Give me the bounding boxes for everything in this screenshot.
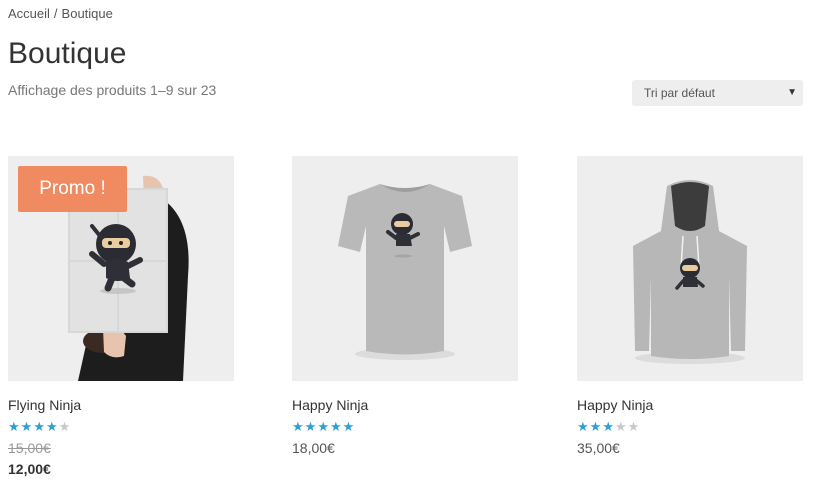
product-card-happy-ninja-tshirt: Happy Ninja ★ ★ ★ ★ ★ 18,00€ [292, 156, 518, 456]
star-filled-icon: ★ [8, 419, 20, 434]
orderby-select[interactable]: Tri par défaut ▼ [632, 80, 803, 106]
star-filled-icon: ★ [577, 419, 589, 434]
product-image-link[interactable] [577, 156, 803, 381]
star-filled-icon: ★ [602, 419, 614, 434]
ninja-tshirt-icon [292, 156, 518, 381]
page-title: Boutique [8, 37, 127, 70]
product-price: 15,00€ 12,00€ [8, 440, 234, 477]
product-title[interactable]: Happy Ninja [292, 397, 518, 413]
breadcrumb-home-link[interactable]: Accueil [8, 6, 50, 21]
product-image-link[interactable]: Promo ! [8, 156, 234, 381]
star-filled-icon: ★ [342, 419, 355, 434]
star-filled-icon: ★ [45, 419, 58, 434]
product-price: 18,00€ [292, 440, 335, 456]
star-filled-icon: ★ [317, 419, 329, 434]
star-filled-icon: ★ [329, 419, 342, 434]
star-empty-icon: ★ [58, 419, 71, 434]
product-card-happy-ninja-hoodie: Happy Ninja ★ ★ ★ ★ ★ 35,00€ [577, 156, 803, 456]
product-title[interactable]: Happy Ninja [577, 397, 803, 413]
star-rating: ★ ★ ★ ★ ★ [577, 420, 803, 434]
product-price: 35,00€ [577, 440, 620, 456]
price-old: 15,00€ [8, 440, 51, 456]
result-count: Affichage des produits 1–9 sur 23 [8, 82, 217, 98]
star-filled-icon: ★ [304, 419, 317, 434]
star-filled-icon: ★ [20, 419, 33, 434]
ninja-hoodie-icon [577, 156, 803, 381]
orderby-selected-value: Tri par défaut [644, 86, 715, 100]
breadcrumb-current: Boutique [61, 6, 113, 21]
star-empty-icon: ★ [614, 419, 627, 434]
breadcrumb: Accueil / Boutique [8, 6, 113, 21]
promo-badge: Promo ! [18, 166, 127, 212]
star-rating: ★ ★ ★ ★ ★ [292, 420, 518, 434]
chevron-down-icon: ▼ [787, 87, 797, 98]
star-filled-icon: ★ [33, 419, 45, 434]
product-image-link[interactable] [292, 156, 518, 381]
breadcrumb-separator: / [53, 6, 58, 21]
star-filled-icon: ★ [292, 419, 304, 434]
price-sale: 12,00€ [8, 461, 51, 477]
product-card-flying-ninja: Promo ! Flying Ninja ★ ★ ★ ★ ★ 15,00€ 12… [8, 156, 234, 477]
product-title[interactable]: Flying Ninja [8, 397, 234, 413]
star-rating: ★ ★ ★ ★ ★ [8, 420, 234, 434]
star-empty-icon: ★ [627, 419, 640, 434]
star-filled-icon: ★ [589, 419, 602, 434]
